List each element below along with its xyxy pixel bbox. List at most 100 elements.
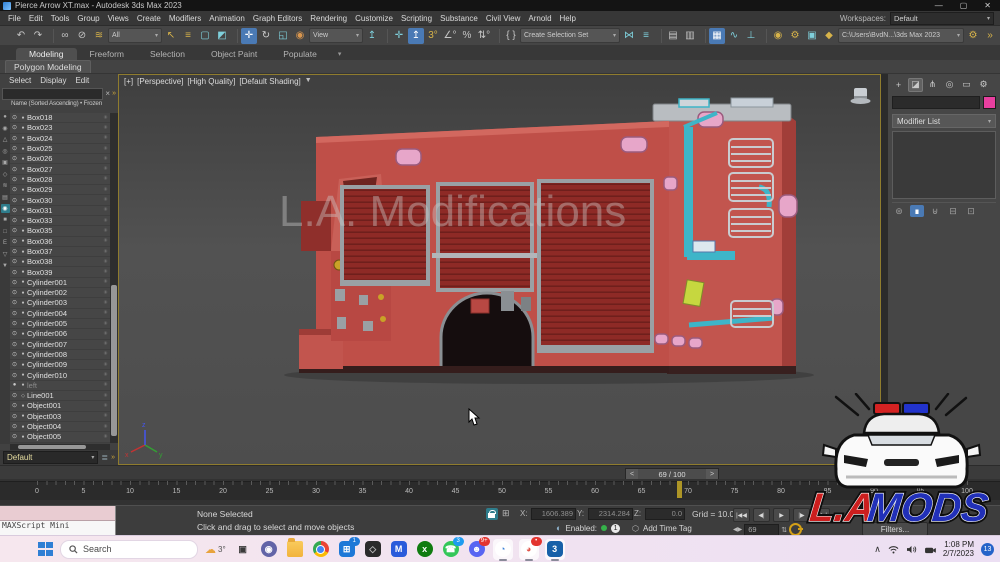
visibility-eye-icon[interactable]: ⊙ — [10, 413, 19, 420]
chrome-icon[interactable] — [311, 539, 331, 560]
menu-item-file[interactable]: File — [4, 14, 25, 23]
maximize-button[interactable]: ▢ — [960, 1, 968, 10]
snaps-toggle-button[interactable]: 3° — [425, 28, 441, 44]
filter-spacewarps-icon[interactable]: ≋ — [1, 181, 10, 190]
menu-item-arnold[interactable]: Arnold — [524, 14, 555, 23]
medal-app-icon[interactable]: M — [389, 539, 409, 560]
scene-object-row[interactable]: ⊙●Box038✳ — [10, 257, 110, 267]
close-button[interactable]: ✕ — [984, 1, 991, 10]
next-frame-button[interactable]: |▶ — [793, 508, 810, 522]
keyboard-override-button[interactable]: ↥ — [408, 28, 424, 44]
maxscript-mini-listener[interactable]: MAXScript Mini — [0, 506, 116, 536]
copilot-app-icon[interactable]: ◔ — [493, 539, 513, 560]
per-view-filter-icon[interactable]: ▼ — [305, 77, 312, 86]
make-unique-button[interactable]: ⊎ — [928, 205, 942, 217]
visibility-eye-icon[interactable]: ⊙ — [10, 135, 19, 142]
filter-helpers-icon[interactable]: ◇ — [1, 170, 10, 179]
visibility-eye-icon[interactable]: ⊙ — [10, 351, 19, 358]
layers-icon[interactable]: ≣ — [101, 453, 108, 462]
wifi-icon[interactable] — [888, 545, 899, 554]
explorer-menu-select[interactable]: Select — [9, 76, 31, 85]
visibility-eye-icon[interactable]: ⊙ — [10, 279, 19, 286]
visibility-eye-icon[interactable]: ⊙ — [10, 289, 19, 296]
explorer-column-header[interactable]: Name (Sorted Ascending) • Frozen — [0, 100, 118, 110]
render-setup-button[interactable]: ⚙ — [787, 28, 803, 44]
scene-object-row[interactable]: ⊙◇Line001✳ — [10, 391, 110, 401]
rendered-frame-window-button[interactable]: ▣ — [804, 28, 820, 44]
notification-count-badge[interactable]: 13 — [981, 543, 994, 556]
curve-editor-button[interactable]: ▦ — [709, 28, 725, 44]
chat-app-icon[interactable]: ◉ — [259, 539, 279, 560]
explorer-vertical-scrollbar[interactable] — [110, 113, 118, 443]
tray-chevron-icon[interactable]: ∧ — [874, 544, 881, 555]
search-pill[interactable]: Search — [60, 540, 198, 559]
scene-object-row[interactable]: ⊙●Cylinder005✳ — [10, 319, 110, 329]
select-and-manipulate-button[interactable]: ✛ — [391, 28, 407, 44]
select-and-link-button[interactable]: ∞ — [57, 28, 73, 44]
time-slider-track[interactable]: < 69 / 100 > — [0, 465, 1000, 479]
scene-object-row[interactable]: ⊙●Cylinder009✳ — [10, 360, 110, 370]
unlink-selection-button[interactable]: ⊘ — [74, 28, 90, 44]
minimize-button[interactable]: — — [935, 1, 943, 10]
project-folder-dropdown[interactable]: C:\Users\BvdN...\3ds Max 2023▾ — [838, 28, 964, 43]
utilities-tab[interactable]: ⚙ — [976, 78, 991, 92]
visibility-eye-icon[interactable]: ⊙ — [10, 330, 19, 337]
ribbon-tab-populate[interactable]: Populate — [270, 48, 330, 60]
absolute-mode-toggle[interactable]: ⊞ — [502, 508, 510, 519]
toolbar-overflow-chevrons[interactable]: » — [982, 28, 998, 44]
menu-item-rendering[interactable]: Rendering — [306, 14, 351, 23]
display-tab[interactable]: ▭ — [959, 78, 974, 92]
timeline-playhead[interactable] — [677, 481, 682, 498]
visibility-eye-icon[interactable]: ⊙ — [10, 238, 19, 245]
start-button[interactable] — [38, 542, 53, 557]
menu-item-edit[interactable]: Edit — [25, 14, 47, 23]
scene-object-row[interactable]: ⊙●Cylinder003✳ — [10, 298, 110, 308]
filter-shapes-icon[interactable]: △ — [1, 135, 10, 144]
whatsapp-icon[interactable]: ☎3 — [441, 539, 461, 560]
scene-object-row[interactable]: ⊙●Box039✳ — [10, 267, 110, 277]
scene-object-row[interactable]: ⊙●Cylinder001✳ — [10, 278, 110, 288]
weather-widget[interactable]: ☁ 3° — [205, 543, 226, 556]
percent-snap-button[interactable]: % — [459, 28, 475, 44]
scene-object-row[interactable]: ⊙●Box036✳ — [10, 237, 110, 247]
visibility-eye-icon[interactable]: ⊙ — [10, 155, 19, 162]
clear-search-icon[interactable]: × — [105, 89, 110, 98]
workspace-dropdown[interactable]: Default ▾ — [890, 12, 994, 25]
scene-object-row[interactable]: ⊙●Box029✳ — [10, 185, 110, 195]
scene-object-row[interactable]: ⊙●Object004✳ — [10, 422, 110, 432]
filter-sort-icon[interactable]: ▼ — [1, 262, 10, 271]
scene-object-row[interactable]: ⊙●Box018✳ — [10, 113, 110, 123]
current-frame-field[interactable]: 69 — [744, 524, 779, 536]
visibility-eye-icon[interactable]: ⊙ — [10, 186, 19, 193]
select-by-name-button[interactable]: ≡ — [180, 28, 196, 44]
selection-filter-dropdown[interactable]: All▾ — [108, 28, 162, 43]
filter-all-icon[interactable]: ● — [1, 112, 10, 121]
selection-lock-toggle[interactable] — [486, 508, 498, 520]
task-view-button[interactable]: ▣ — [233, 539, 253, 560]
undo-button[interactable]: ↶ — [13, 28, 29, 44]
footer-overflow-chevrons[interactable]: » — [111, 454, 115, 461]
window-crossing-button[interactable]: ◩ — [214, 28, 230, 44]
scene-object-row[interactable]: ⊙●Box030✳ — [10, 195, 110, 205]
discord-icon[interactable]: ☻9+ — [467, 539, 487, 560]
schematic-view-button[interactable]: ∿ — [726, 28, 742, 44]
menu-item-modifiers[interactable]: Modifiers — [165, 14, 205, 23]
xbox-icon[interactable]: x — [415, 539, 435, 560]
modify-tab[interactable]: ◪ — [908, 78, 923, 92]
render-button[interactable]: ◆ — [821, 28, 837, 44]
scene-object-row[interactable]: ⊙●Box035✳ — [10, 226, 110, 236]
pin-stack-button[interactable]: ⊛ — [892, 205, 906, 217]
rectangular-selection-button[interactable]: ▢ — [197, 28, 213, 44]
toggle-layer-explorer-button[interactable]: ▥ — [682, 28, 698, 44]
frame-nudge-icon[interactable]: ◀▶ — [733, 526, 742, 533]
mirror-button[interactable]: ⋈ — [621, 28, 637, 44]
redo-button[interactable]: ↷ — [30, 28, 46, 44]
visibility-eye-icon[interactable]: ⊙ — [10, 361, 19, 368]
menu-item-create[interactable]: Create — [133, 14, 165, 23]
filter-frozen-icon[interactable]: ■ — [1, 216, 10, 225]
explorer-menu-edit[interactable]: Edit — [75, 76, 89, 85]
select-and-move-button[interactable]: ✛ — [241, 28, 257, 44]
viewport-general-menu[interactable]: [+] — [124, 77, 133, 86]
visibility-eye-icon[interactable]: ⊙ — [10, 310, 19, 317]
visibility-eye-icon[interactable]: ⊙ — [10, 217, 19, 224]
